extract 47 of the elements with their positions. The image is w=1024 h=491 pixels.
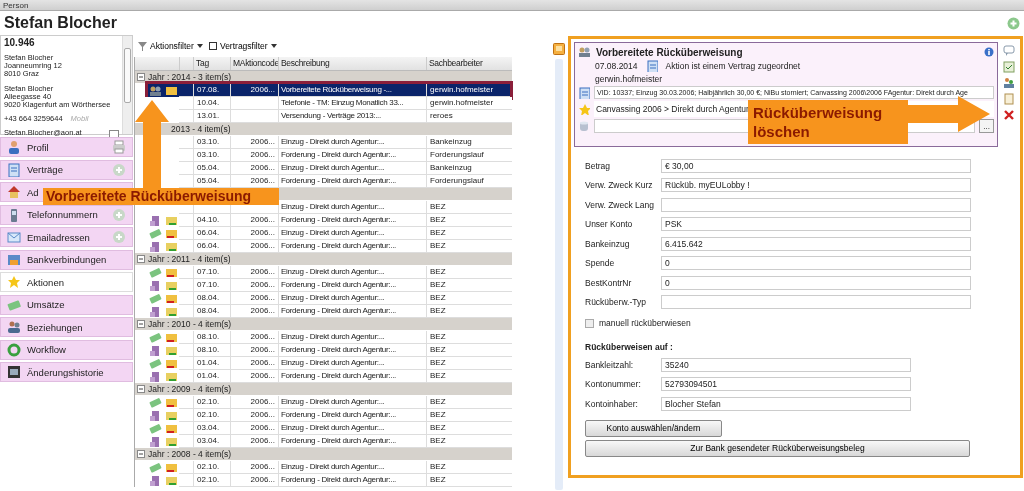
- nav-label: Umsätze: [27, 299, 65, 310]
- field-label: Rücküberw.-Typ: [585, 297, 647, 308]
- group-label: Jahr : 2009 - 4 item(s): [148, 384, 232, 394]
- detail-clerk: gerwin.hofmeister: [595, 74, 663, 84]
- nav-label: Profil: [27, 141, 49, 153]
- field-label: Spende: [585, 258, 616, 269]
- nav-label: Workflow: [27, 344, 66, 355]
- callout-tooltip: Vorbereitete Rücküberweisung: [43, 188, 279, 205]
- detail-date: 07.08.2014: [595, 61, 638, 71]
- code-cell: 2006...: [230, 474, 278, 487]
- date-cell: 07.08.: [193, 84, 230, 97]
- nav-label: Aktionen: [27, 276, 64, 288]
- field-label: Verw. Zweck Kurz: [585, 180, 654, 191]
- nav-label: Telefonnummern: [27, 209, 98, 220]
- customer-number: 10.946: [4, 37, 36, 48]
- group-label: Jahr : 2011 - 4 item(s): [148, 254, 231, 264]
- field-label: Unser Konto: [585, 219, 634, 230]
- date-cell: 02.10.: [193, 474, 230, 487]
- nav-label: Verträge: [27, 164, 63, 175]
- group-label: Jahr : 2014 - 3 item(s): [148, 72, 232, 82]
- field-label: Bankeinzug: [585, 238, 631, 249]
- nav-label: Ad: [27, 186, 39, 198]
- field-label: Kontonummer:: [585, 379, 642, 390]
- field-label: Bankleitzahl:: [585, 359, 635, 370]
- group-label: 2013 - 4 item(s): [171, 124, 231, 134]
- clerk-cell: gerwin.hofmeister: [426, 84, 512, 97]
- checkbox-label: manuell rücküberwiesen: [599, 318, 691, 328]
- description-cell: Vorbereitete Rücküberweisung -...: [278, 84, 426, 97]
- window-title: Person: [3, 0, 29, 10]
- nav-label: Bankverbindungen: [27, 254, 107, 265]
- description-cell: Forderung - Direkt durch Agentur:...: [278, 474, 426, 487]
- group-label: Jahr : 2010 - 4 item(s): [148, 319, 232, 329]
- person-name: Stefan Blocher: [4, 14, 117, 32]
- clerk-cell: BEZ: [426, 474, 512, 487]
- field-label: Kontoinhaber:: [585, 398, 639, 409]
- contract-note: Aktion ist einem Vertrag zugeordnet: [665, 61, 801, 71]
- field-label: BestKontrNr: [585, 277, 633, 288]
- detail-title: Vorbereitete Rücküberweisung: [596, 46, 744, 58]
- field-label: Betrag: [585, 160, 612, 171]
- nav-label: Änderungshistorie: [27, 366, 104, 378]
- field-label: Verw. Zweck Lang: [585, 199, 655, 210]
- group-label: Jahr : 2008 - 4 item(s): [148, 449, 232, 459]
- section-title: Rücküberweisen auf :: [585, 342, 674, 352]
- nav-label: Beziehungen: [27, 321, 83, 333]
- callout-tooltip: Rücküberweisung löschen: [748, 100, 908, 144]
- code-cell: 2006...: [230, 84, 278, 97]
- nav-label: Emailadressen: [27, 231, 90, 243]
